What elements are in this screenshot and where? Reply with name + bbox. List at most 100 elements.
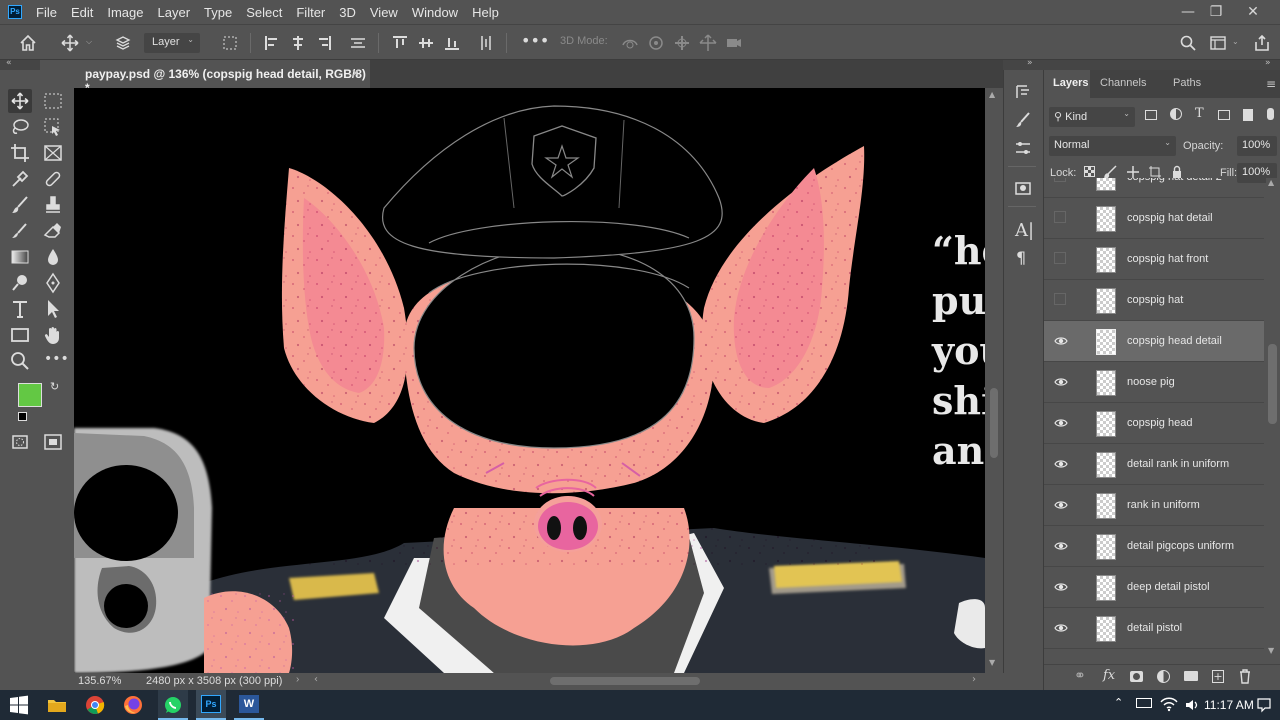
- new-group-icon[interactable]: [1184, 671, 1198, 681]
- filter-shape-icon[interactable]: [1218, 110, 1230, 120]
- tools-collapse-strip[interactable]: «: [0, 58, 40, 70]
- link-layers-icon[interactable]: ⚭: [1074, 668, 1086, 684]
- visibility-toggle[interactable]: [1054, 178, 1066, 182]
- clone-stamp-tool[interactable]: [41, 193, 65, 217]
- layer-style-icon[interactable]: fx: [1103, 668, 1115, 683]
- brush-tool[interactable]: [8, 193, 32, 217]
- menu-window[interactable]: Window: [412, 5, 458, 20]
- visibility-toggle[interactable]: [1054, 211, 1066, 223]
- rectangle-tool[interactable]: [8, 323, 32, 347]
- filter-smart-object-icon[interactable]: [1243, 109, 1253, 121]
- healing-brush-tool[interactable]: [41, 167, 65, 191]
- scroll-up-icon[interactable]: ▲: [1268, 178, 1274, 187]
- menu-select[interactable]: Select: [246, 5, 282, 20]
- lock-all-icon[interactable]: [1170, 165, 1184, 179]
- delete-layer-icon[interactable]: [1238, 669, 1252, 684]
- move-tool[interactable]: [8, 89, 32, 113]
- layer-row[interactable]: noose pig: [1044, 362, 1264, 403]
- foreground-color-swatch[interactable]: [18, 383, 42, 407]
- filter-type-icon[interactable]: T: [1195, 106, 1204, 121]
- zoom-level[interactable]: 135.67%: [78, 675, 121, 687]
- zoom-tool[interactable]: [8, 349, 32, 373]
- tab-layers[interactable]: Layers: [1053, 77, 1088, 89]
- scroll-down-icon[interactable]: ▼: [989, 658, 995, 667]
- history-brush-tool[interactable]: [8, 219, 32, 243]
- filter-toggle-icon[interactable]: [1267, 108, 1274, 120]
- distribute-icon[interactable]: [348, 33, 368, 53]
- canvas-horizontal-scrollbar[interactable]: ‹ ›: [310, 673, 985, 689]
- lasso-tool[interactable]: [8, 115, 32, 139]
- transform-controls-icon[interactable]: [220, 33, 240, 53]
- visibility-eye-icon[interactable]: [1054, 457, 1068, 471]
- auto-select-icon[interactable]: [113, 33, 133, 53]
- chevron-up-icon[interactable]: ⌃: [1114, 696, 1123, 709]
- kind-filter-dropdown[interactable]: ⚲ Kind ⌄: [1049, 107, 1135, 127]
- eraser-tool[interactable]: [41, 219, 65, 243]
- photoshop-taskbar-button[interactable]: Ps: [196, 690, 226, 720]
- chevron-down-icon[interactable]: ⌵: [86, 37, 92, 47]
- visibility-toggle[interactable]: [1054, 293, 1066, 305]
- more-options-icon[interactable]: •••: [521, 31, 549, 50]
- quick-mask-button[interactable]: [8, 430, 32, 454]
- filter-pixel-icon[interactable]: [1145, 110, 1157, 120]
- status-menu-icon[interactable]: ›: [296, 674, 299, 685]
- scroll-thumb[interactable]: [990, 388, 998, 458]
- history-icon[interactable]: [1013, 82, 1033, 102]
- lock-pixels-icon[interactable]: [1104, 165, 1118, 179]
- layer-mask-icon[interactable]: [1130, 671, 1143, 682]
- layers-scroll-thumb[interactable]: [1268, 344, 1277, 424]
- scroll-right-icon[interactable]: ›: [972, 674, 976, 685]
- document-canvas[interactable]: “he put you shi and: [74, 88, 985, 673]
- layer-row[interactable]: copspig hat detail 2: [1044, 178, 1264, 198]
- canvas-vertical-scrollbar[interactable]: ▲ ▼: [985, 88, 1003, 673]
- paragraph-panel-icon[interactable]: ¶: [1016, 248, 1026, 267]
- lock-transparency-icon[interactable]: [1084, 166, 1095, 177]
- layer-row[interactable]: copspig head detail: [1044, 321, 1264, 362]
- eyedropper-tool[interactable]: [8, 167, 32, 191]
- chevron-down-icon[interactable]: ⌄: [1232, 37, 1239, 46]
- layer-row[interactable]: copspig hat: [1044, 280, 1264, 321]
- layer-row[interactable]: copspig hat front: [1044, 239, 1264, 280]
- adjustments-icon[interactable]: [1013, 138, 1033, 158]
- adjustment-layer-icon[interactable]: [1157, 670, 1170, 683]
- character-panel-icon[interactable]: A|: [1015, 220, 1034, 241]
- visibility-eye-icon[interactable]: [1054, 580, 1068, 594]
- visibility-eye-icon[interactable]: [1054, 498, 1068, 512]
- panels-collapse-strip[interactable]: » »: [1003, 58, 1280, 70]
- search-icon[interactable]: [1178, 33, 1198, 53]
- libraries-icon[interactable]: [1013, 178, 1033, 198]
- marquee-tool[interactable]: [41, 89, 65, 113]
- lock-position-icon[interactable]: [1126, 165, 1140, 179]
- frame-tool[interactable]: [41, 141, 65, 165]
- menu-edit[interactable]: Edit: [71, 5, 93, 20]
- workspace-icon[interactable]: [1208, 33, 1228, 53]
- menu-file[interactable]: File: [36, 5, 57, 20]
- pen-tool[interactable]: [41, 271, 65, 295]
- move-tool-icon[interactable]: [60, 33, 80, 53]
- gradient-tool[interactable]: [8, 245, 32, 269]
- screen-mode-button[interactable]: [41, 430, 65, 454]
- visibility-toggle[interactable]: [1054, 252, 1066, 264]
- whatsapp-taskbar-button[interactable]: [158, 690, 188, 720]
- tab-channels[interactable]: Channels: [1100, 77, 1146, 89]
- battery-icon[interactable]: [1136, 698, 1152, 708]
- home-icon[interactable]: [18, 33, 38, 53]
- wifi-icon[interactable]: [1160, 696, 1178, 712]
- type-tool[interactable]: [8, 297, 32, 321]
- restore-icon[interactable]: ❐: [1203, 2, 1229, 22]
- volume-icon[interactable]: [1184, 697, 1200, 713]
- align-center-icon[interactable]: [288, 33, 308, 53]
- menu-help[interactable]: Help: [472, 5, 499, 20]
- chrome-icon[interactable]: [83, 693, 107, 717]
- horizontal-scroll-thumb[interactable]: [550, 677, 700, 685]
- filter-adjustment-icon[interactable]: [1170, 108, 1182, 120]
- document-tab[interactable]: paypay.psd @ 136% (copspig head detail, …: [74, 60, 370, 95]
- layer-row[interactable]: rank in uniform: [1044, 485, 1264, 526]
- share-icon[interactable]: [1252, 33, 1272, 53]
- visibility-eye-icon[interactable]: [1054, 375, 1068, 389]
- close-window-icon[interactable]: ✕: [1240, 2, 1266, 22]
- hand-tool[interactable]: [41, 323, 65, 347]
- object-selection-tool[interactable]: [41, 115, 65, 139]
- default-colors-icon[interactable]: [18, 412, 27, 421]
- minimize-icon[interactable]: —: [1175, 2, 1201, 22]
